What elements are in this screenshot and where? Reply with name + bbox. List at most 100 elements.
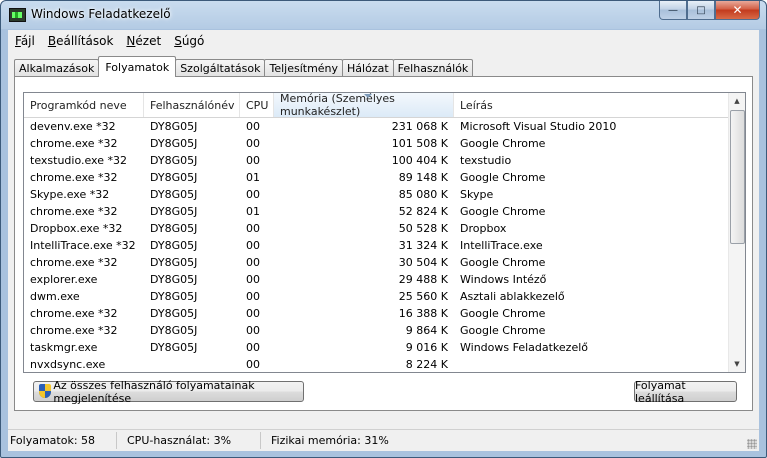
table-row[interactable]: chrome.exe *32 DY8G05J 00 16 388 K Google Ch… [24,305,730,322]
cell-description: Google Chrome [460,137,546,150]
cell-memory: 100 404 K [391,154,448,167]
table-row[interactable]: IntelliTrace.exe *32 DY8G05J 00 31 324 K Int… [24,237,730,254]
cell-memory: 25 560 K [398,290,448,303]
tab-5[interactable]: Hálózat [342,59,394,77]
cell-cpu: 00 [246,307,260,320]
cell-memory: 31 324 K [398,239,448,252]
cell-user-name: DY8G05J [150,273,198,286]
table-row[interactable]: chrome.exe *32 DY8G05J 01 89 148 K Google Ch… [24,169,730,186]
menu-item-3[interactable]: Nézet [119,34,167,48]
cell-user-name: DY8G05J [150,137,198,150]
menu-item-accelerator: S [174,34,182,48]
table-row[interactable]: taskmgr.exe DY8G05J 00 9 016 K Windows Felad… [24,339,730,356]
cell-cpu: 00 [246,341,260,354]
status-bar: Folyamatok: 58 CPU-használat: 3% Fizikai… [8,429,759,451]
cell-memory: 9 016 K [405,341,448,354]
cell-image-name: nvxdsync.exe [30,358,106,371]
table-row[interactable]: chrome.exe *32 DY8G05J 01 52 824 K Google Ch… [24,203,730,220]
menu-item-1[interactable]: Fájl [8,34,41,48]
cell-memory: 85 080 K [398,188,448,201]
cell-image-name: texstudio.exe *32 [30,154,127,167]
scroll-down-arrow-icon[interactable]: ▼ [729,356,745,372]
cell-user-name: DY8G05J [150,188,198,201]
column-header-image-name[interactable]: Programkód neve [24,93,144,117]
tab-6[interactable]: Felhasználók [392,59,474,77]
menu-item-2[interactable]: Beállítások [41,34,120,48]
tab-3[interactable]: Szolgáltatások [175,59,266,77]
cell-image-name: explorer.exe [30,273,98,286]
tab-1[interactable]: Alkalmazások [14,59,100,77]
cell-user-name: DY8G05J [150,222,198,235]
vertical-scrollbar[interactable]: ▲ ▼ [728,93,745,372]
menu-item-4[interactable]: Súgó [167,34,210,48]
menu-item-label: ézet [135,34,162,48]
cell-user-name: DY8G05J [150,256,198,269]
tab-2[interactable]: Folyamatok [98,56,177,77]
cell-cpu: 00 [246,239,260,252]
task-manager-app-icon [9,8,26,22]
cell-description: Google Chrome [460,324,546,337]
table-row[interactable]: dwm.exe DY8G05J 00 25 560 K Asztali ablakkez… [24,288,730,305]
table-row[interactable]: explorer.exe DY8G05J 00 29 488 K Windows Int… [24,271,730,288]
cell-user-name: DY8G05J [150,154,198,167]
resize-grip-icon[interactable] [747,439,757,449]
tab-4[interactable]: Teljesítmény [264,59,344,77]
status-cpu-usage: CPU-használat: 3% [117,432,261,449]
column-header-description[interactable]: Leírás [454,93,730,117]
maximize-icon: □ [696,4,706,16]
cell-cpu: 00 [246,222,260,235]
minimize-button[interactable]: — [659,1,687,20]
cell-description: IntelliTrace.exe [460,239,543,252]
cell-memory: 231 068 K [391,120,448,133]
cell-cpu: 01 [246,171,260,184]
table-row[interactable]: nvxdsync.exe 00 8 224 K [24,356,730,372]
cell-memory: 52 824 K [398,205,448,218]
cell-description: Google Chrome [460,256,546,269]
menu-item-label: eállítások [56,34,114,48]
cell-image-name: Dropbox.exe *32 [30,222,123,235]
table-row[interactable]: chrome.exe *32 DY8G05J 00 101 508 K Google C… [24,135,730,152]
table-row[interactable]: Skype.exe *32 DY8G05J 00 85 080 K Skype [24,186,730,203]
title-bar[interactable]: Windows Feladatkezelő — □ ✕ [1,1,766,30]
process-list[interactable]: Programkód neve Felhasználónév CPU Memór… [23,92,746,373]
cell-memory: 30 504 K [398,256,448,269]
menu-item-label: ájl [20,34,35,48]
cell-description: Windows Intéző [460,273,547,286]
cell-description: Google Chrome [460,205,546,218]
table-row[interactable]: chrome.exe *32 DY8G05J 00 30 504 K Google Ch… [24,254,730,271]
show-all-users-processes-button[interactable]: Az összes felhasználó folyamatainak megj… [33,379,304,405]
column-header-user-name[interactable]: Felhasználónév [144,93,240,117]
cell-cpu: 01 [246,205,260,218]
window-title: Windows Feladatkezelő [31,7,171,21]
table-row[interactable]: texstudio.exe *32 DY8G05J 00 100 404 K texst… [24,152,730,169]
cell-image-name: IntelliTrace.exe *32 [30,239,136,252]
end-process-button[interactable]: Folyamat leállítása [634,378,737,405]
scroll-up-arrow-icon[interactable]: ▲ [729,93,745,109]
column-header-cpu[interactable]: CPU [240,93,274,117]
cell-user-name: DY8G05J [150,171,198,184]
cell-cpu: 00 [246,358,260,371]
maximize-button[interactable]: □ [687,1,715,20]
window-controls: — □ ✕ [659,1,760,21]
close-button[interactable]: ✕ [715,1,760,20]
cell-image-name: Skype.exe *32 [30,188,110,201]
column-header-memory[interactable]: Memória (Személyes munkakészlet) [274,93,454,118]
cell-description: Asztali ablakkezelő [460,290,565,303]
cell-image-name: chrome.exe *32 [30,137,118,150]
cell-user-name: DY8G05J [150,205,198,218]
menu-item-accelerator: B [47,34,57,48]
cell-user-name: DY8G05J [150,324,198,337]
processes-panel: Programkód neve Felhasználónév CPU Memór… [14,76,753,411]
table-row[interactable]: Dropbox.exe *32 DY8G05J 00 50 528 K Dropbox [24,220,730,237]
menu-item-label: úgó [181,34,205,48]
table-row[interactable]: chrome.exe *32 DY8G05J 00 9 864 K Google Chr… [24,322,730,339]
table-row[interactable]: devenv.exe *32 DY8G05J 00 231 068 K Microsof… [24,118,730,135]
cell-cpu: 00 [246,120,260,133]
menu-bar: Fájl Beállítások Nézet Súgó [8,30,759,52]
cell-image-name: chrome.exe *32 [30,171,118,184]
scroll-thumb[interactable] [730,110,745,244]
client-area: Fájl Beállítások Nézet Súgó Alkalmazások Fol… [8,30,759,451]
cell-cpu: 00 [246,324,260,337]
end-process-label: Folyamat leállítása [635,378,686,405]
cell-description: Google Chrome [460,171,546,184]
